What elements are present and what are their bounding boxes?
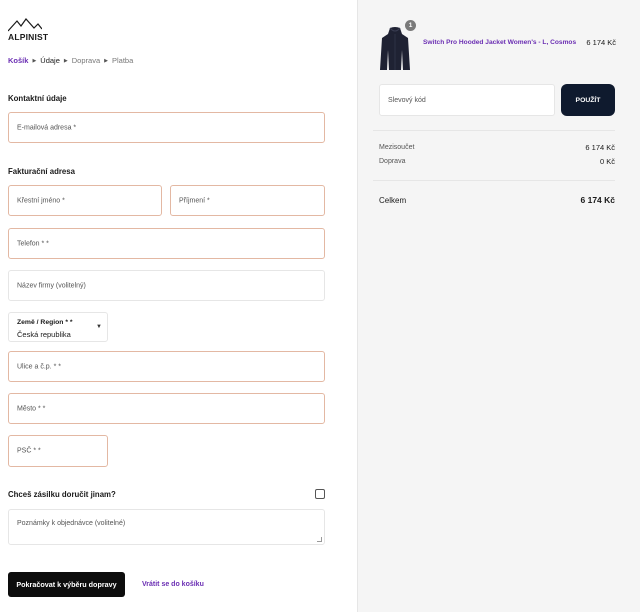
continue-to-shipping-button[interactable]: Pokračovat k výběru dopravy xyxy=(8,572,125,597)
email-field[interactable]: E-mailová adresa * xyxy=(8,112,325,143)
total-value: 6 174 Kč xyxy=(580,195,616,205)
first-name-field[interactable]: Křestní jméno * xyxy=(8,185,162,216)
quantity-badge: 1 xyxy=(405,20,416,31)
last-name-placeholder: Příjmení * xyxy=(179,197,210,204)
contact-section-title: Kontaktní údaje xyxy=(8,93,67,103)
brand-logo[interactable]: ALPINIST xyxy=(8,18,48,44)
total-label: Celkem xyxy=(379,196,407,205)
company-placeholder: Název firmy (volitelný) xyxy=(17,282,86,289)
shipping-label: Doprava xyxy=(379,158,406,165)
breadcrumb-item-shipping: Doprava xyxy=(71,56,101,65)
breadcrumb: Košík ▶ Údaje ▶ Doprava ▶ Platba xyxy=(8,56,133,65)
product-price: 6 174 Kč xyxy=(586,38,616,47)
chevron-right-icon: ▶ xyxy=(104,57,108,64)
chevron-right-icon: ▶ xyxy=(32,57,37,64)
coupon-input[interactable]: Slevový kód xyxy=(379,84,555,116)
subtotal-value: 6 174 Kč xyxy=(585,143,615,152)
city-field[interactable]: Město * * xyxy=(8,393,325,424)
billing-section-title: Fakturační adresa xyxy=(8,166,75,176)
phone-field[interactable]: Telefon * * xyxy=(8,228,325,259)
first-name-placeholder: Křestní jméno * xyxy=(17,197,65,204)
company-field[interactable]: Název firmy (volitelný) xyxy=(8,270,325,301)
zip-field[interactable]: PSČ * * xyxy=(8,435,108,467)
order-notes-textarea[interactable]: Poznámky k objednávce (volitelné) xyxy=(8,509,325,545)
ship-elsewhere-checkbox[interactable] xyxy=(315,489,325,499)
breadcrumb-item-details: Údaje xyxy=(40,56,60,65)
ship-elsewhere-label: Chceš zásilku doručit jinam? xyxy=(8,489,116,499)
subtotal-label: Mezisoučet xyxy=(379,144,415,151)
order-notes-placeholder: Poznámky k objednávce (volitelné) xyxy=(17,520,126,527)
coupon-placeholder: Slevový kód xyxy=(388,97,426,104)
product-name[interactable]: Switch Pro Hooded Jacket Women's - L, Co… xyxy=(423,39,576,46)
last-name-field[interactable]: Příjmení * xyxy=(170,185,325,216)
checkout-form-panel: ALPINIST Košík ▶ Údaje ▶ Doprava ▶ Platb… xyxy=(0,0,357,612)
breadcrumb-item-cart[interactable]: Košík xyxy=(8,56,28,65)
logo-text: ALPINIST xyxy=(8,32,49,42)
zip-placeholder: PSČ * * xyxy=(17,447,41,455)
shipping-value: 0 Kč xyxy=(599,157,615,166)
product-thumbnail xyxy=(380,27,410,70)
summary-divider xyxy=(373,180,615,181)
apply-coupon-button[interactable]: POUŽÍT xyxy=(561,84,615,116)
city-placeholder: Město * * xyxy=(17,405,46,412)
breadcrumb-item-payment: Platba xyxy=(111,56,134,65)
country-label: Země / Region * * xyxy=(17,319,73,326)
back-to-cart-link[interactable]: Vrátit se do košíku xyxy=(142,581,204,588)
summary-divider xyxy=(373,130,615,131)
country-select[interactable]: Země / Region * * Česká republika ▼ xyxy=(8,312,108,342)
country-value: Česká republika xyxy=(17,330,71,339)
mountain-icon xyxy=(8,18,42,32)
email-placeholder: E-mailová adresa * xyxy=(17,124,77,131)
chevron-right-icon: ▶ xyxy=(63,57,68,64)
street-field[interactable]: Ulice a č.p. * * xyxy=(8,351,325,382)
phone-placeholder: Telefon * * xyxy=(17,240,49,247)
resize-handle-icon[interactable] xyxy=(317,537,322,542)
chevron-down-icon: ▼ xyxy=(96,324,102,330)
street-placeholder: Ulice a č.p. * * xyxy=(17,363,61,370)
